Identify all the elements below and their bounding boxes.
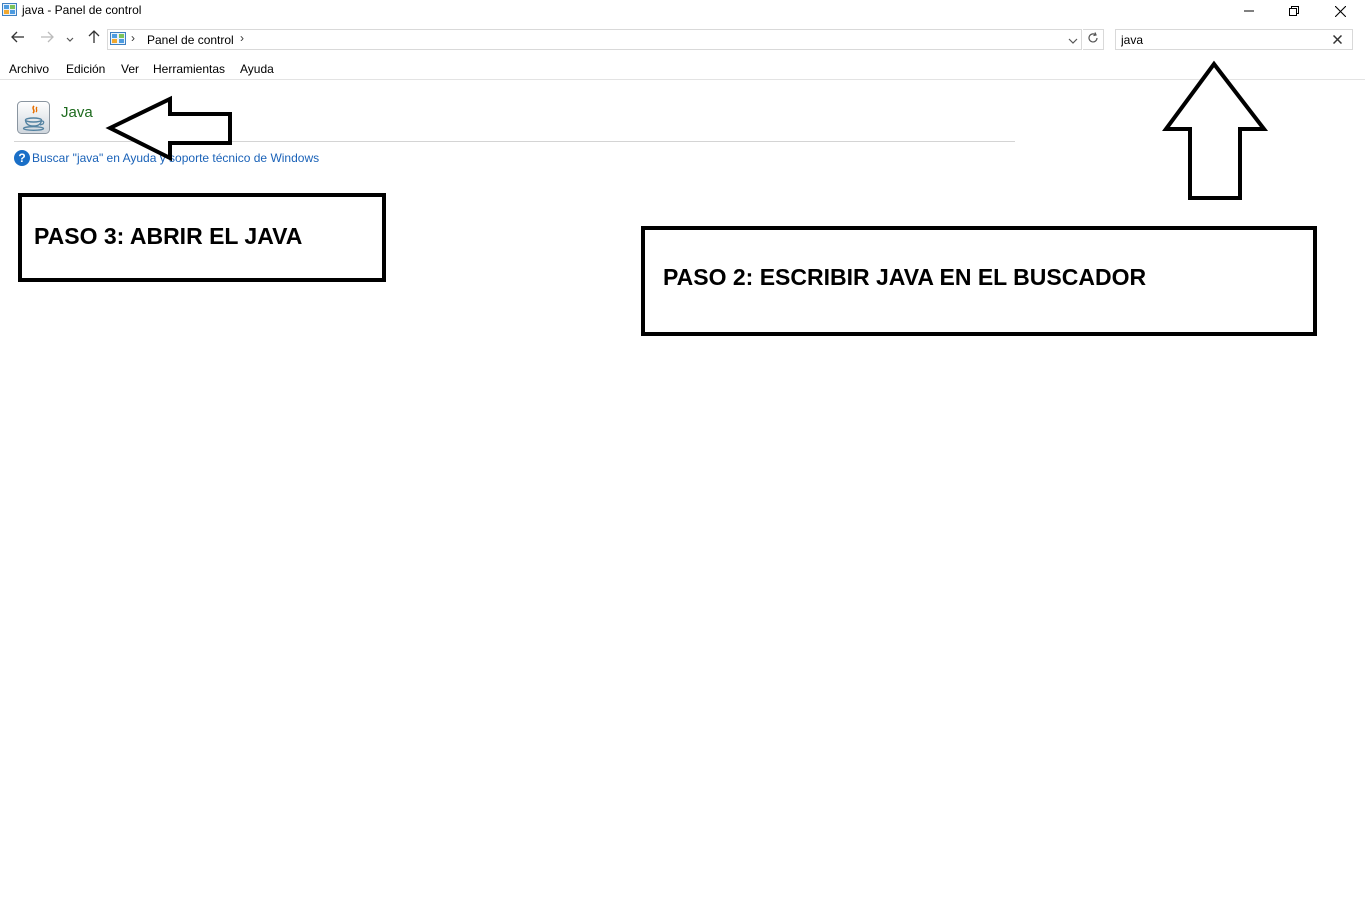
menu-ayuda[interactable]: Ayuda (240, 62, 274, 76)
restore-button[interactable] (1271, 0, 1317, 22)
breadcrumb-control-panel[interactable]: Panel de control (147, 33, 234, 47)
search-clear-button[interactable] (1330, 33, 1344, 47)
forward-button[interactable] (36, 29, 58, 49)
address-bar[interactable] (107, 29, 1082, 50)
step2-annotation-text: PASO 2: ESCRIBIR JAVA EN EL BUSCADOR (663, 264, 1147, 290)
title-bar (0, 0, 1365, 22)
annotation-arrows (105, 60, 1269, 200)
menu-archivo[interactable]: Archivo (9, 62, 49, 76)
search-input[interactable] (1121, 33, 1321, 47)
arrow-right-icon (40, 30, 54, 48)
breadcrumb-separator[interactable]: › (131, 31, 135, 45)
menu-edicion[interactable]: Edición (66, 62, 105, 76)
refresh-button[interactable] (1083, 29, 1104, 50)
arrow-up-icon (88, 29, 100, 49)
close-icon (1332, 31, 1342, 49)
window-title: java - Panel de control (22, 3, 142, 17)
help-search-link[interactable]: Buscar "java" en Ayuda y soporte técnico… (32, 151, 319, 165)
question-icon: ? (14, 150, 30, 166)
content-divider (14, 141, 1015, 142)
control-panel-icon (110, 32, 126, 46)
menu-divider (0, 79, 1365, 80)
recent-locations-button[interactable] (60, 29, 80, 49)
minimize-button[interactable] (1226, 0, 1272, 22)
chevron-down-icon (1068, 31, 1078, 49)
close-window-button[interactable] (1317, 0, 1363, 22)
arrow-up-annotation-icon (1162, 60, 1269, 200)
breadcrumb-separator[interactable]: › (240, 31, 244, 45)
arrow-left-annotation-icon (105, 95, 232, 162)
menu-herramientas[interactable]: Herramientas (153, 62, 225, 76)
control-panel-icon (2, 3, 17, 17)
refresh-icon (1087, 31, 1099, 49)
address-dropdown-button[interactable] (1065, 30, 1081, 49)
back-button[interactable] (7, 29, 29, 49)
up-button[interactable] (83, 29, 105, 49)
java-cup-icon[interactable] (17, 101, 50, 134)
chevron-down-icon (66, 30, 74, 48)
arrow-left-icon (11, 30, 25, 48)
step3-annotation-text: PASO 3: ABRIR EL JAVA (34, 223, 303, 249)
result-java-link[interactable]: Java (61, 104, 93, 121)
menu-ver[interactable]: Ver (121, 62, 139, 76)
